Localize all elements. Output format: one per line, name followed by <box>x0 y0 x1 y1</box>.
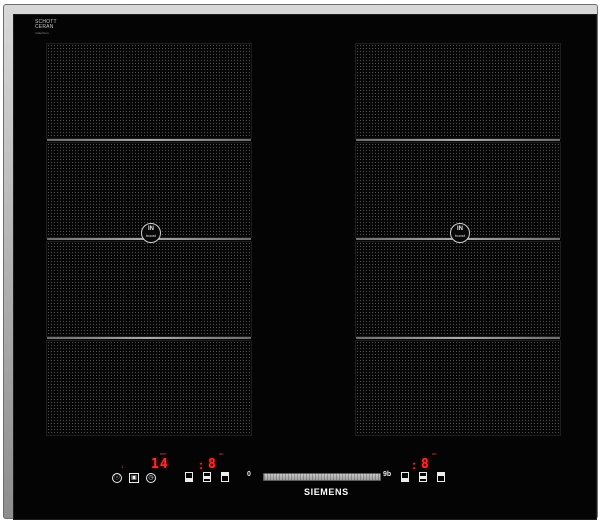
left-boost-label: boost <box>146 233 156 238</box>
siemens-logo: SIEMENS <box>304 487 349 497</box>
child-lock-icon[interactable]: ▣ <box>129 473 139 483</box>
power-button-icon[interactable]: ⓘ <box>112 473 122 483</box>
right-boost-in-label: IN <box>457 226 463 232</box>
right-zone-panel-1[interactable] <box>355 43 561 141</box>
timer-icon[interactable]: ◷ <box>146 473 156 483</box>
right-key-3[interactable] <box>437 472 445 482</box>
left-zone-panel-1[interactable] <box>46 43 252 141</box>
power-slider[interactable] <box>263 473 381 481</box>
left-power-mini-label: on <box>219 451 224 456</box>
left-key-2[interactable] <box>203 472 211 482</box>
left-small-indicator: 1 <box>121 464 124 469</box>
right-boost-label: boost <box>455 233 465 238</box>
left-boost-icon: IN boost <box>141 223 161 243</box>
right-boost-icon: IN boost <box>450 223 470 243</box>
right-zone-panel-4[interactable] <box>355 340 561 436</box>
right-key-1[interactable] <box>401 472 409 482</box>
schott-ceran-brand: SCHOTT CERAN induction <box>35 20 57 36</box>
left-key-3[interactable] <box>221 472 229 482</box>
left-auto-display: 8 <box>208 457 217 472</box>
left-timer-mini-label: min <box>160 451 167 456</box>
left-boost-in-label: IN <box>148 226 154 232</box>
right-auto-mark: : <box>412 458 416 472</box>
cooktop-glass: SCHOTT CERAN induction IN boost IN boost… <box>13 14 597 520</box>
right-power-mini-label: on <box>432 451 437 456</box>
slider-start-label: 0 <box>247 471 251 478</box>
right-auto-display: 8 <box>421 457 430 472</box>
right-zone-panel-3[interactable] <box>355 241 561 339</box>
left-auto-mark: : <box>199 458 203 472</box>
slider-end-label: 9b <box>383 471 392 478</box>
brand-line-3: induction <box>35 31 49 35</box>
left-timer-display: 14 <box>151 457 169 472</box>
cooktop-frame: SCHOTT CERAN induction IN boost IN boost… <box>3 4 598 520</box>
left-zone-panel-4[interactable] <box>46 340 252 436</box>
right-key-2[interactable] <box>419 472 427 482</box>
left-key-1[interactable] <box>185 472 193 482</box>
brand-line-2: CERAN <box>35 24 54 30</box>
left-zone-panel-3[interactable] <box>46 241 252 339</box>
